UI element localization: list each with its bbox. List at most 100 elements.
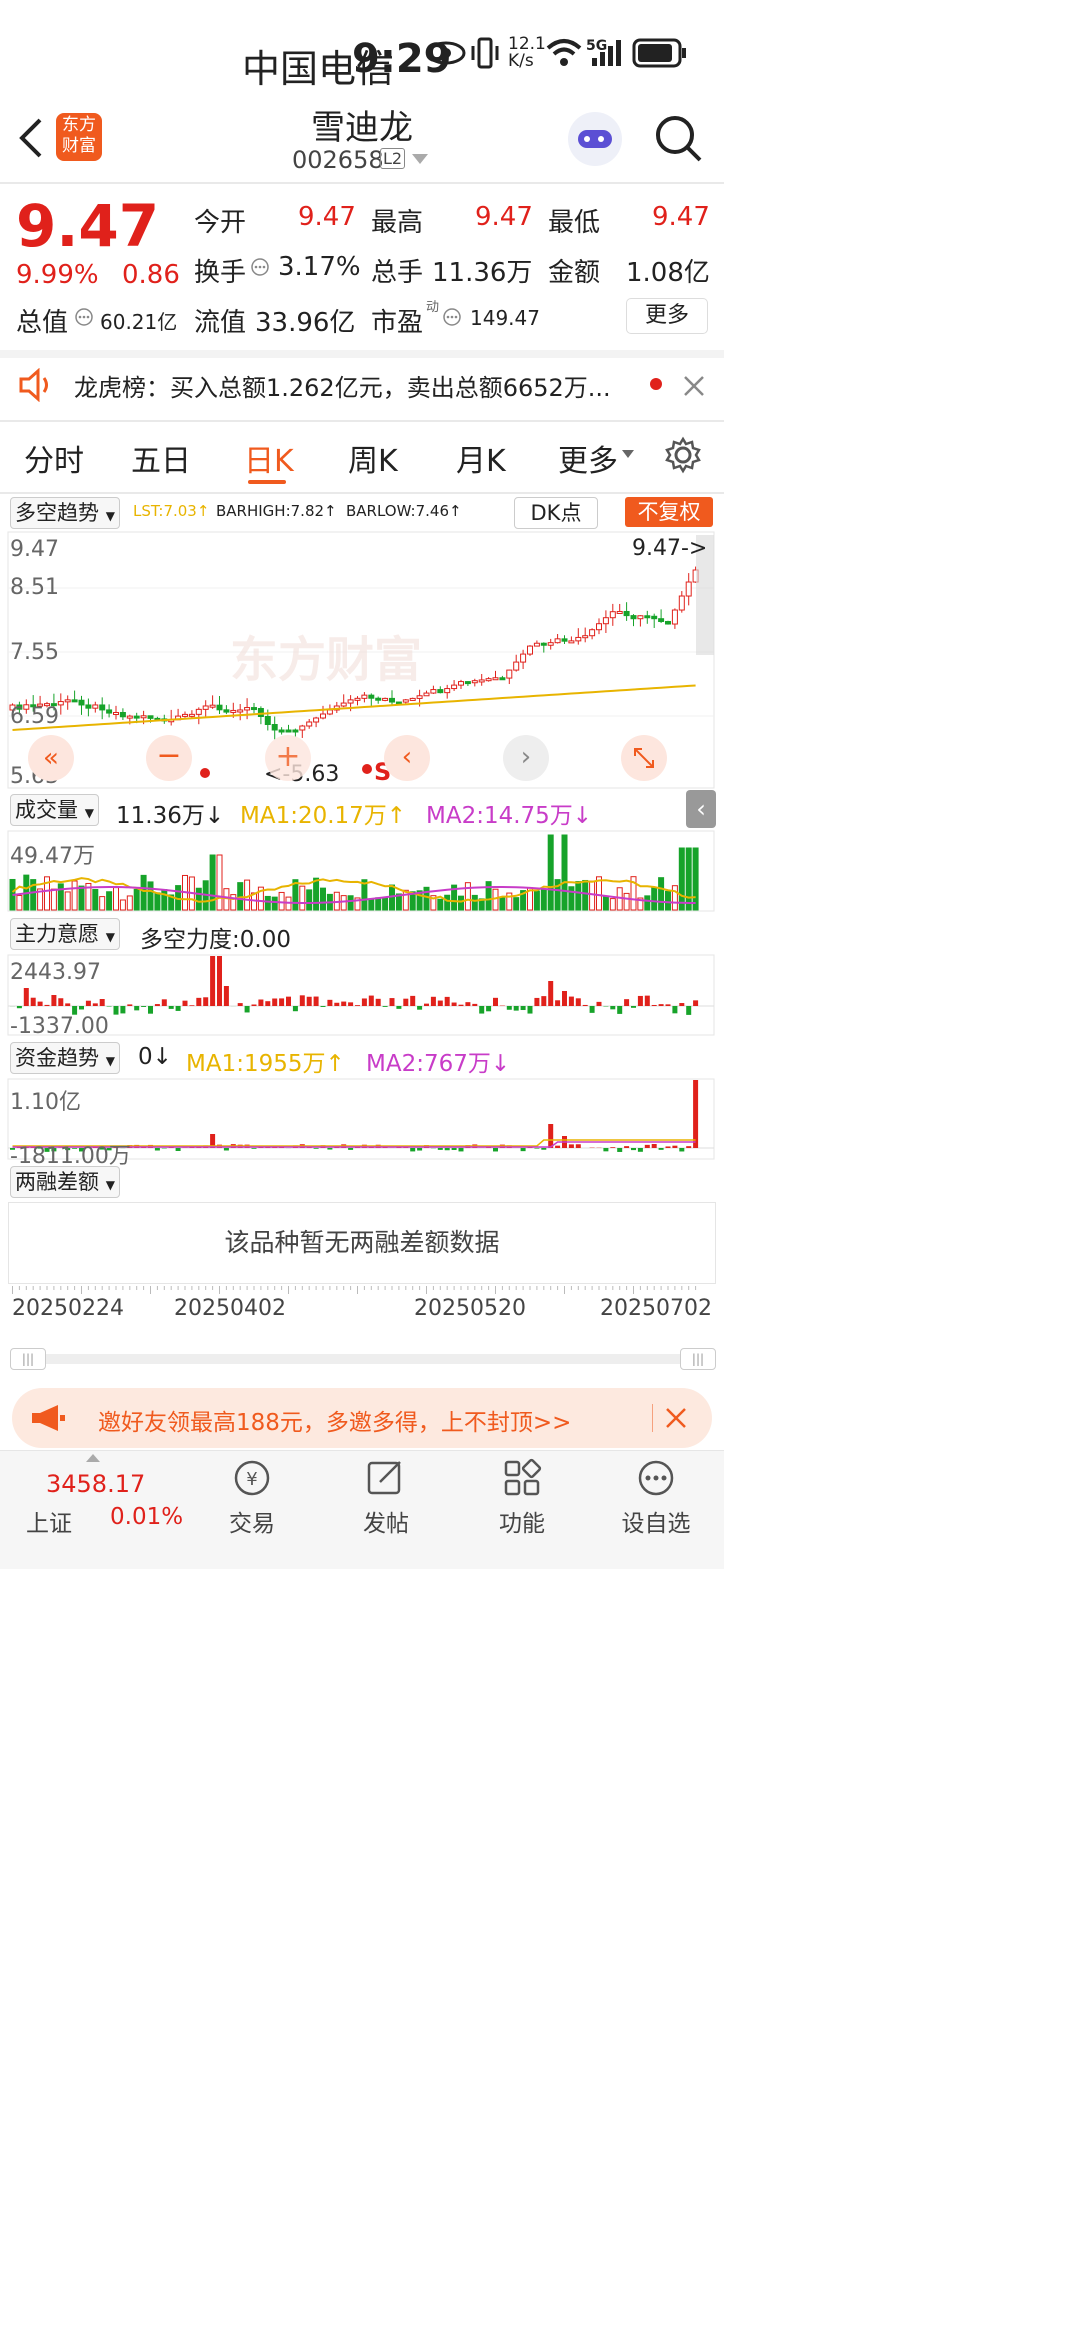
fund-bar (313, 1148, 319, 1149)
volume-bar (444, 894, 451, 911)
volume-bar (140, 874, 147, 911)
nav-functions[interactable]: 功能 (490, 1504, 554, 1538)
gear-icon[interactable] (664, 436, 702, 474)
force-bar (672, 1006, 678, 1014)
fund-ma2: MA2:767万↓ (366, 1051, 511, 1077)
candle-body (195, 708, 202, 715)
volume-bar (658, 877, 665, 911)
low-label: 最低 (548, 208, 601, 238)
force-bar (568, 996, 574, 1006)
caret-down-icon[interactable] (622, 450, 634, 458)
force-bar (589, 1006, 595, 1013)
force-bar (479, 1006, 485, 1014)
candle-body (416, 695, 423, 699)
force-bar (154, 1004, 160, 1006)
scroll-right-button[interactable]: › (503, 735, 549, 781)
info-icon[interactable] (442, 307, 462, 327)
volume-bar (644, 895, 651, 911)
range-handle-right[interactable]: ||| (680, 1348, 716, 1370)
force-bar (679, 1003, 685, 1006)
collapse-panel-button[interactable]: ‹ (686, 790, 716, 828)
chevron-down-icon[interactable] (412, 154, 428, 164)
range-slider-track[interactable] (10, 1354, 714, 1364)
force-bar (299, 995, 305, 1006)
fund-bar (651, 1144, 657, 1148)
level-badge[interactable]: L2 (380, 148, 406, 169)
tab-weekly-k[interactable]: 周K (348, 436, 398, 480)
index-change[interactable]: 0.01% (110, 1504, 183, 1530)
info-icon[interactable] (250, 257, 270, 277)
tab-daily-k[interactable]: 日K (244, 436, 294, 480)
scroll-left-fast-button[interactable]: « (28, 735, 74, 781)
tab-five-day[interactable]: 五日 (131, 436, 191, 480)
candle-body (119, 711, 126, 718)
tab-more[interactable]: 更多 (558, 436, 618, 480)
nav-post[interactable]: 发帖 (354, 1504, 418, 1538)
force-indicator-select[interactable]: 主力意愿 ▼ (10, 918, 120, 950)
force-bar (486, 1006, 492, 1012)
volume-bar (209, 854, 216, 911)
range-handle-left[interactable]: ||| (10, 1348, 46, 1370)
index-value[interactable]: 3458.17 (46, 1470, 145, 1498)
margin-indicator-select[interactable]: 两融差额 ▼ (10, 1166, 120, 1198)
robot-assistant-icon[interactable] (568, 112, 622, 166)
more-circle-icon[interactable] (636, 1458, 676, 1498)
volume-bar (547, 834, 554, 911)
candle-body (133, 715, 140, 719)
expand-icon[interactable] (621, 735, 667, 781)
force-bar (493, 997, 498, 1006)
candle-body (188, 713, 195, 717)
force-min-label: -1337.00 (10, 1014, 109, 1039)
nav-add-watchlist[interactable]: 设自选 (612, 1504, 700, 1538)
tab-monthly-k[interactable]: 月K (456, 436, 506, 480)
notice-text[interactable]: 龙虎榜：买入总额1.262亿元，卖出总额6652万... (74, 368, 611, 403)
info-icon[interactable] (74, 307, 94, 327)
post-icon[interactable] (366, 1458, 406, 1498)
adjust-button[interactable]: 不复权 (625, 497, 713, 527)
candle-body (423, 692, 430, 697)
promo-text[interactable]: 邀好友领最高188元，多邀多得，上不封顶>> (98, 1403, 571, 1437)
dk-point-button[interactable]: DK点 (514, 497, 598, 529)
force-bar (251, 1004, 257, 1006)
open-value: 9.47 (298, 202, 356, 232)
force-bar (286, 996, 291, 1006)
nav-trade[interactable]: 交易 (220, 1504, 284, 1538)
force-bar (534, 997, 540, 1006)
header (0, 150, 1080, 270)
expand-index-icon[interactable] (86, 1454, 100, 1462)
force-bar (189, 1005, 195, 1006)
trade-icon[interactable]: ¥ (230, 1458, 274, 1498)
more-button[interactable]: 更多 (626, 298, 708, 334)
notice-divider (0, 420, 724, 422)
candle-body (113, 711, 119, 715)
volume-bar (113, 887, 119, 911)
zoom-in-button[interactable]: + (265, 735, 311, 781)
volume-value: 11.36万 (432, 258, 533, 288)
volume-bar (609, 898, 616, 911)
volume-bar (78, 885, 85, 911)
close-icon[interactable] (682, 374, 706, 398)
candle-body (285, 729, 292, 733)
volume-bar (306, 889, 313, 911)
volume-bar (16, 895, 23, 911)
index-name[interactable]: 上证 (26, 1504, 72, 1538)
force-bar (79, 1006, 84, 1010)
candle-body (582, 635, 589, 639)
scroll-left-button[interactable]: ‹ (384, 735, 430, 781)
kline-indicator-select[interactable]: 多空趋势 ▼ (10, 497, 120, 529)
volume-label: 总手 (371, 258, 424, 288)
force-bar (175, 1006, 181, 1011)
close-icon[interactable] (664, 1406, 688, 1430)
candle-body (147, 715, 154, 719)
volume-bar (623, 892, 630, 911)
zoom-out-button[interactable]: − (146, 735, 192, 781)
fund-indicator-select[interactable]: 资金趋势 ▼ (10, 1042, 120, 1074)
candle-body (264, 715, 271, 725)
volume-indicator-select[interactable]: 成交量 ▼ (10, 794, 99, 826)
candle-body (106, 709, 113, 714)
functions-icon[interactable] (502, 1458, 542, 1498)
search-icon[interactable] (654, 114, 704, 164)
candle-body (527, 645, 533, 655)
force-bar (348, 1002, 354, 1006)
tab-intraday[interactable]: 分时 (24, 436, 84, 480)
